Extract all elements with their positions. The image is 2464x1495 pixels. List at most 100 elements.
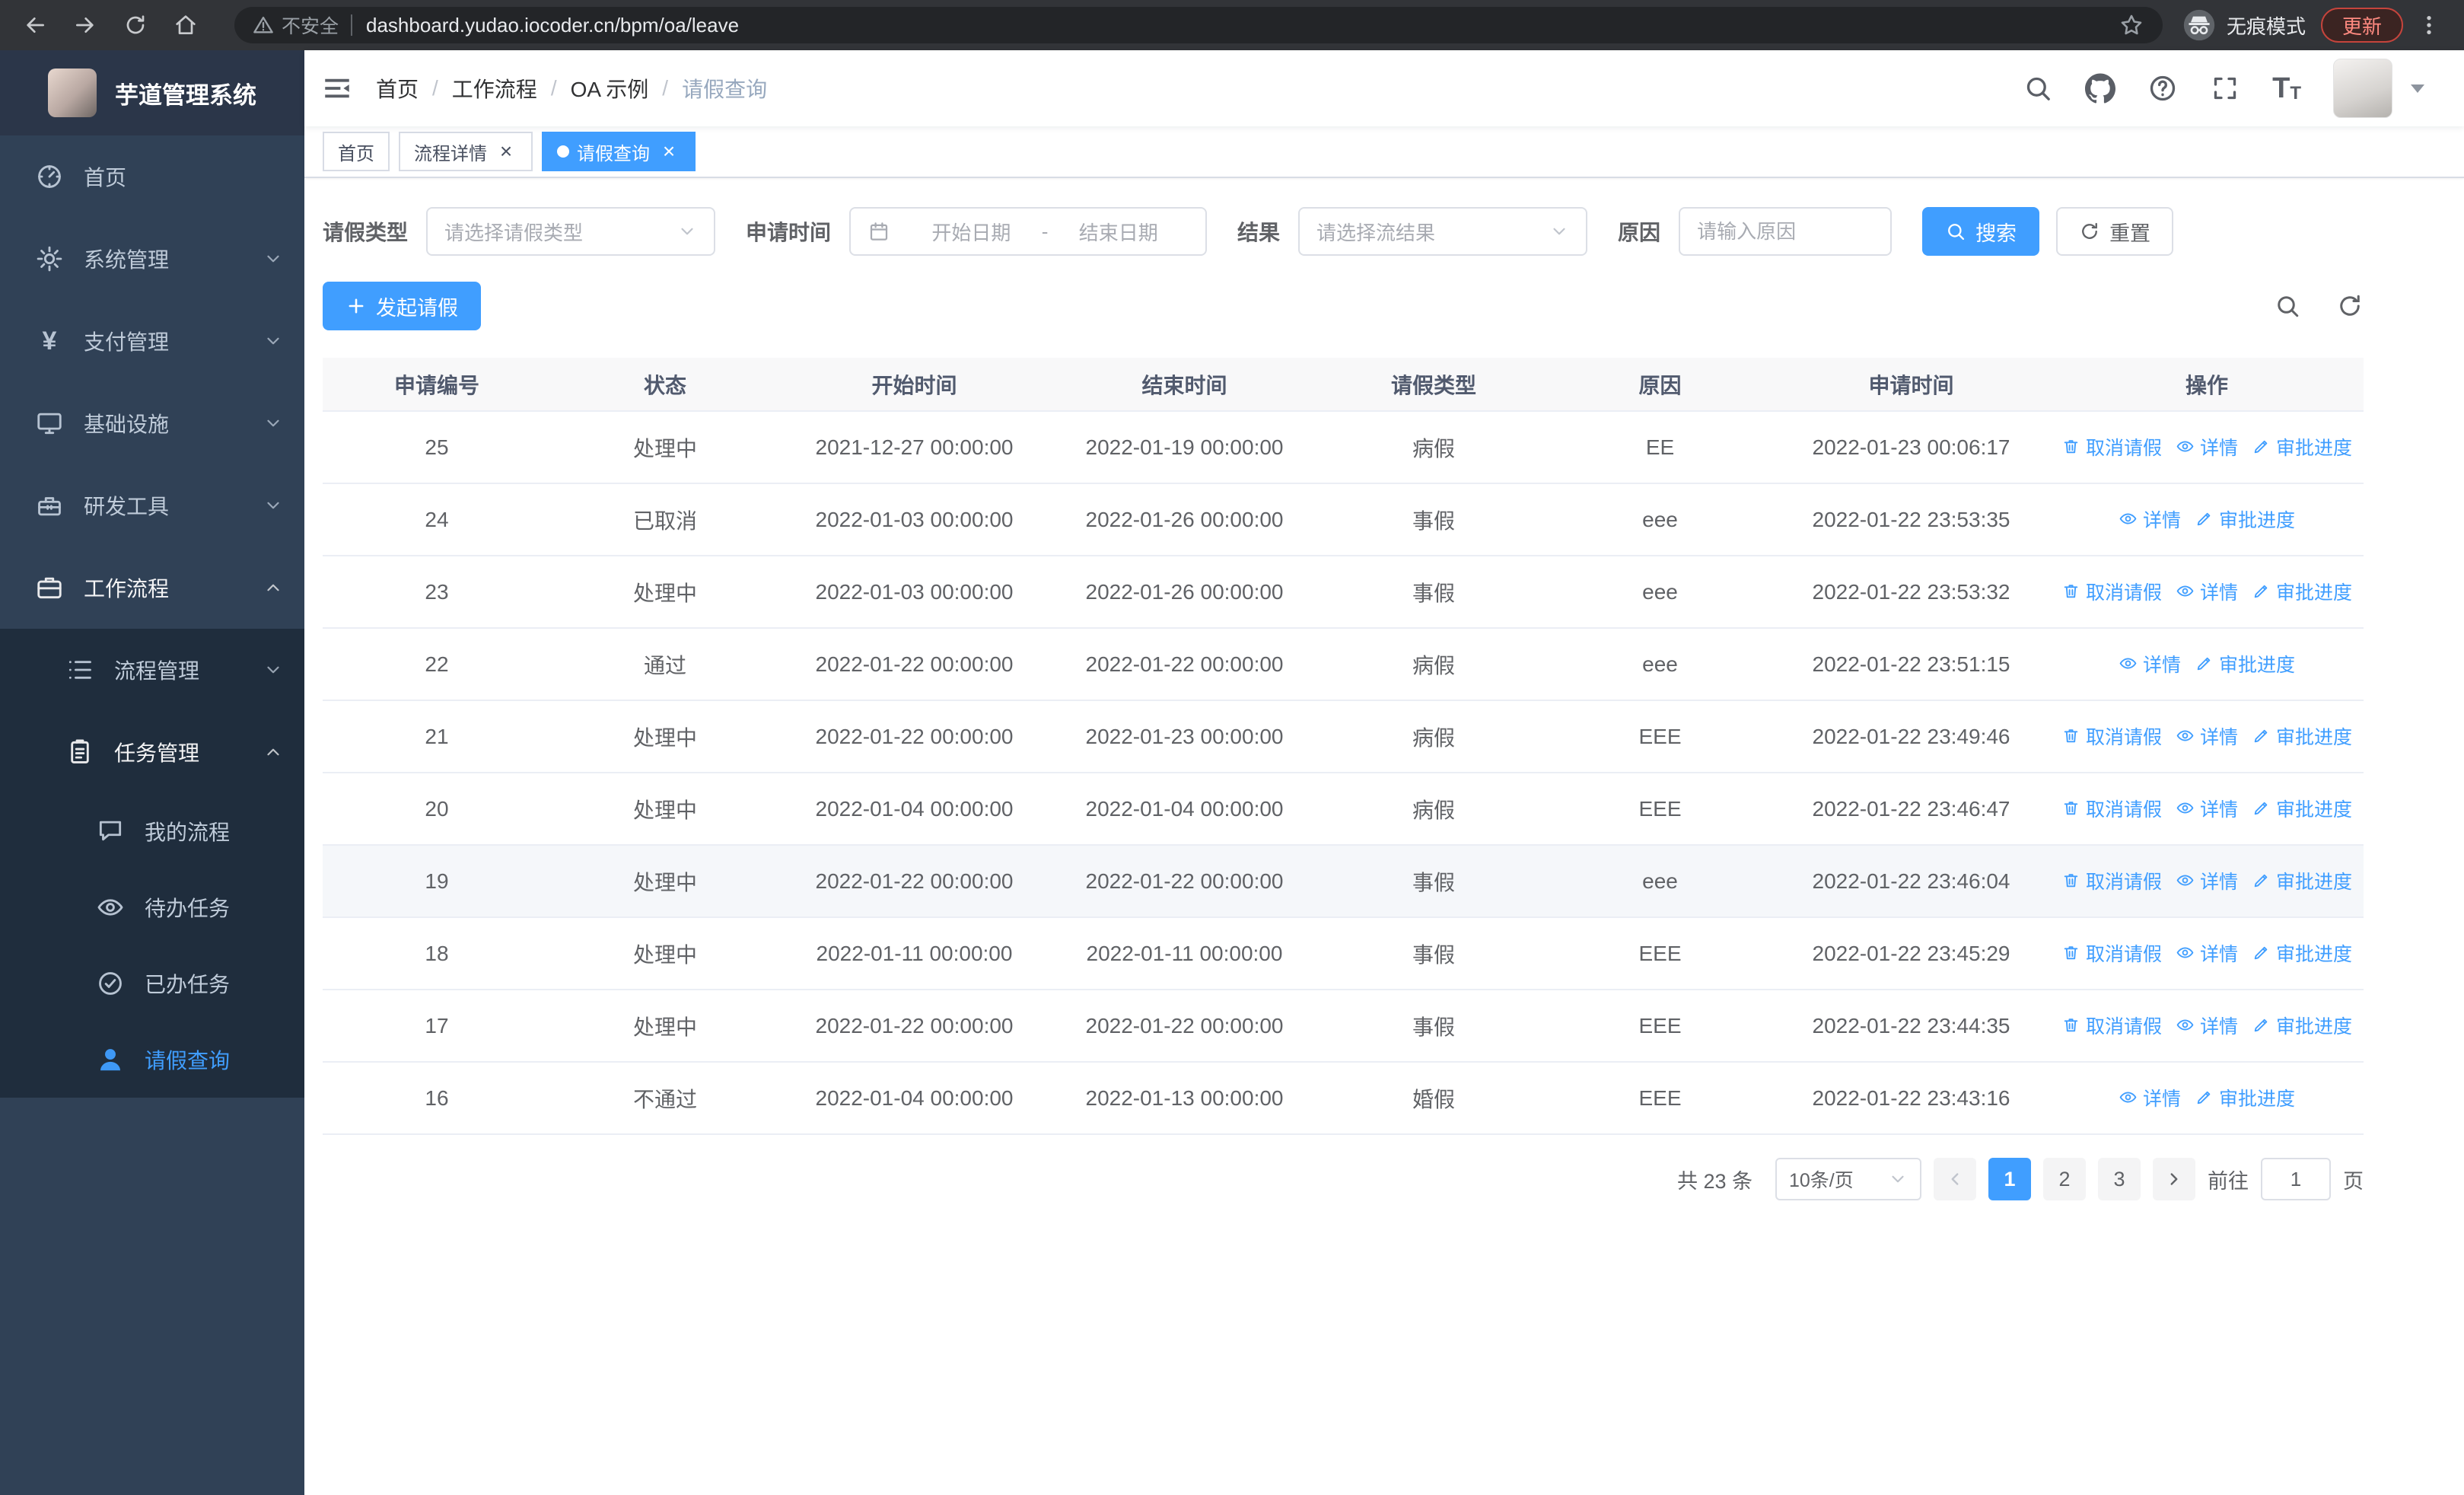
toggle-search-icon[interactable] — [2274, 292, 2301, 320]
action-cancel-link[interactable]: 取消请假 — [2061, 722, 2162, 750]
back-icon[interactable] — [20, 10, 50, 40]
action-label: 审批进度 — [2276, 578, 2352, 605]
bookmark-star-icon[interactable] — [2119, 12, 2144, 38]
sidebar-item-devtools[interactable]: 研发工具 — [0, 464, 304, 547]
action-detail-link[interactable]: 详情 — [2176, 939, 2238, 967]
apply-time-range-picker[interactable]: 开始日期 - 结束日期 — [849, 207, 1207, 256]
action-label: 审批进度 — [2276, 867, 2352, 894]
action-progress-link[interactable]: 审批进度 — [2195, 1084, 2295, 1111]
breadcrumb-item[interactable]: OA 示例 — [571, 73, 649, 104]
action-detail-link[interactable]: 详情 — [2176, 433, 2238, 461]
sidebar-item-system[interactable]: 系统管理 — [0, 218, 304, 300]
table-row: 22通过2022-01-22 00:00:002022-01-22 00:00:… — [323, 628, 2364, 700]
action-progress-link[interactable]: 审批进度 — [2252, 939, 2352, 967]
action-progress-link[interactable]: 审批进度 — [2252, 722, 2352, 750]
page-button-3[interactable]: 3 — [2098, 1158, 2141, 1200]
cell-reason: EE — [1548, 411, 1772, 483]
edit-icon — [2195, 1088, 2214, 1107]
action-cancel-link[interactable]: 取消请假 — [2061, 867, 2162, 894]
page-button-2[interactable]: 2 — [2043, 1158, 2086, 1200]
app-logo[interactable]: 芋道管理系统 — [0, 50, 304, 135]
action-label: 审批进度 — [2276, 939, 2352, 967]
cell-start-time: 2021-12-27 00:00:00 — [779, 411, 1049, 483]
forward-icon[interactable] — [70, 10, 100, 40]
font-size-icon[interactable]: TT — [2272, 74, 2301, 103]
goto-page-input[interactable] — [2261, 1158, 2331, 1200]
search-button[interactable]: 搜索 — [1922, 207, 2039, 256]
action-progress-link[interactable]: 审批进度 — [2195, 650, 2295, 677]
tab-process-detail[interactable]: 流程详情× — [399, 132, 533, 171]
action-detail-link[interactable]: 详情 — [2176, 867, 2238, 894]
update-button[interactable]: 更新 — [2321, 8, 2403, 43]
sidebar-item-infrastructure[interactable]: 基础设施 — [0, 382, 304, 464]
search-icon[interactable] — [2023, 73, 2053, 104]
action-progress-link[interactable]: 审批进度 — [2252, 433, 2352, 461]
edit-icon — [2252, 943, 2271, 962]
result-select[interactable]: 请选择流结果 — [1298, 207, 1587, 256]
tab-close-icon[interactable]: × — [657, 140, 680, 163]
action-progress-link[interactable]: 审批进度 — [2252, 1012, 2352, 1039]
action-detail-link[interactable]: 详情 — [2176, 722, 2238, 750]
reason-input[interactable] — [1679, 207, 1892, 256]
sidebar-item-leave-query[interactable]: 请假查询 — [0, 1022, 304, 1098]
cell-leave-type: 病假 — [1320, 700, 1548, 773]
action-cancel-link[interactable]: 取消请假 — [2061, 939, 2162, 967]
help-icon[interactable] — [2147, 73, 2178, 104]
next-page-button[interactable] — [2153, 1158, 2195, 1200]
action-progress-link[interactable]: 审批进度 — [2252, 578, 2352, 605]
action-detail-link[interactable]: 详情 — [2176, 578, 2238, 605]
sidebar-item-label: 支付管理 — [84, 326, 169, 356]
action-label: 取消请假 — [2086, 578, 2162, 605]
fullscreen-icon[interactable] — [2210, 73, 2240, 104]
cell-reason: eee — [1548, 556, 1772, 628]
eye-icon — [2119, 654, 2138, 673]
action-cancel-link[interactable]: 取消请假 — [2061, 433, 2162, 461]
sidebar-item-done-task[interactable]: 已办任务 — [0, 945, 304, 1022]
action-detail-link[interactable]: 详情 — [2176, 795, 2238, 822]
action-progress-link[interactable]: 审批进度 — [2252, 867, 2352, 894]
tab-close-icon[interactable]: × — [495, 140, 517, 163]
action-cancel-link[interactable]: 取消请假 — [2061, 578, 2162, 605]
sidebar-item-process-mgmt[interactable]: 流程管理 — [0, 629, 304, 711]
sidebar-toggle-icon[interactable] — [321, 72, 353, 104]
avatar[interactable] — [2333, 59, 2392, 118]
sidebar-item-task-mgmt[interactable]: 任务管理 — [0, 711, 304, 793]
action-detail-link[interactable]: 详情 — [2119, 505, 2181, 533]
sidebar-item-todo-task[interactable]: 待办任务 — [0, 869, 304, 945]
action-label: 详情 — [2200, 795, 2238, 822]
breadcrumb-item[interactable]: 工作流程 — [452, 73, 537, 104]
leave-type-select[interactable]: 请选择请假类型 — [426, 207, 715, 256]
chevron-down-icon[interactable] — [2411, 84, 2424, 93]
browser-home-icon[interactable] — [170, 10, 201, 40]
refresh-icon[interactable] — [2336, 292, 2364, 320]
cell-status: 通过 — [551, 628, 779, 700]
tab-home[interactable]: 首页 — [323, 132, 390, 171]
address-bar[interactable]: 不安全 dashboard.yudao.iocoder.cn/bpm/oa/le… — [234, 7, 2163, 43]
cell-apply-no: 21 — [323, 700, 551, 773]
action-detail-link[interactable]: 详情 — [2119, 650, 2181, 677]
reload-icon[interactable] — [120, 10, 151, 40]
sidebar-item-home[interactable]: 首页 — [0, 135, 304, 218]
action-detail-link[interactable]: 详情 — [2176, 1012, 2238, 1039]
action-detail-link[interactable]: 详情 — [2119, 1084, 2181, 1111]
action-progress-link[interactable]: 审批进度 — [2195, 505, 2295, 533]
action-cancel-link[interactable]: 取消请假 — [2061, 795, 2162, 822]
cell-leave-type: 病假 — [1320, 628, 1548, 700]
github-icon[interactable] — [2085, 73, 2115, 104]
search-icon — [1945, 221, 1966, 242]
action-cancel-link[interactable]: 取消请假 — [2061, 1012, 2162, 1039]
tab-leave-query[interactable]: 请假查询× — [542, 132, 696, 171]
prev-page-button[interactable] — [1934, 1158, 1976, 1200]
cell-actions: 取消请假详情审批进度 — [2050, 411, 2364, 483]
create-leave-button[interactable]: 发起请假 — [323, 282, 481, 330]
page-button-1[interactable]: 1 — [1988, 1158, 2031, 1200]
sidebar-item-workflow[interactable]: 工作流程 — [0, 547, 304, 629]
reset-button[interactable]: 重置 — [2056, 207, 2173, 256]
action-label: 审批进度 — [2276, 795, 2352, 822]
sidebar-item-payment[interactable]: ¥支付管理 — [0, 300, 304, 382]
kebab-menu-icon[interactable] — [2414, 10, 2444, 40]
sidebar-item-my-process[interactable]: 我的流程 — [0, 793, 304, 869]
breadcrumb-item[interactable]: 首页 — [376, 73, 419, 104]
action-progress-link[interactable]: 审批进度 — [2252, 795, 2352, 822]
page-size-select[interactable]: 10条/页 — [1775, 1158, 1921, 1200]
